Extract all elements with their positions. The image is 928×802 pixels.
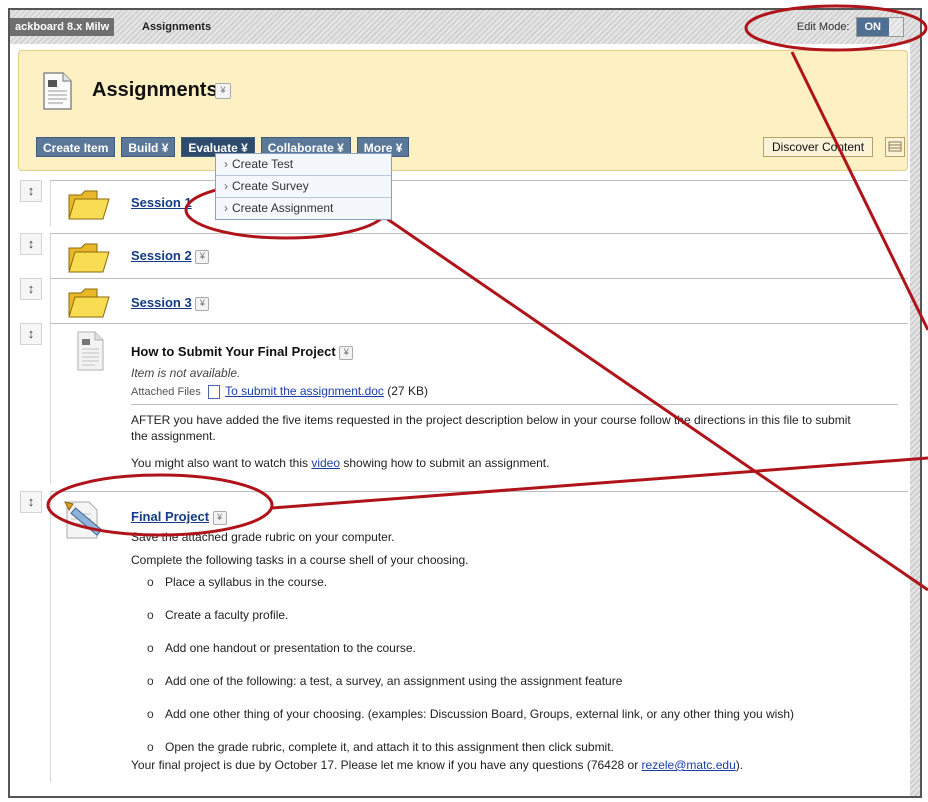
task-item: o Add one of the following: a test, a sur… (147, 671, 920, 704)
video-note-post: showing how to submit an assignment. (340, 456, 550, 470)
bullet-icon: o (147, 641, 154, 655)
item-box: Session 1 (50, 180, 908, 226)
create-item-button[interactable]: Create Item (36, 137, 116, 157)
content-item-session-3: ↕ Session 3 ¥ (20, 278, 908, 324)
attached-files-label: Attached Files (131, 386, 201, 398)
final-line-1: Save the attached grade rubric on your c… (131, 530, 395, 544)
final-line-2: Complete the following tasks in a course… (131, 553, 469, 567)
attached-files-row: Attached Files To submit the assignment.… (131, 384, 428, 399)
menu-item-create-assignment[interactable]: › Create Assignment (216, 198, 391, 219)
file-size: (27 KB) (387, 384, 428, 398)
file-icon (208, 384, 221, 399)
page-header: Assignments ¥ Create Item Build ¥ Evalua… (18, 50, 908, 171)
session-2-link[interactable]: Session 2 (131, 248, 192, 263)
item-options-chevron-icon[interactable]: ¥ (212, 510, 227, 525)
content-item-final-project: ↕ Final Project ¥ Save the attached grad… (20, 491, 908, 782)
task-text: Add one handout or presentation to the c… (165, 641, 416, 655)
session-1-link[interactable]: Session 1 (131, 195, 192, 210)
evaluate-dropdown-menu: › Create Test › Create Survey › Create Assi… (215, 153, 392, 220)
task-text: Add one other thing of your choosing. (e… (165, 707, 794, 721)
item-box: Final Project ¥ Save the attached grade … (50, 491, 908, 782)
edit-mode-control[interactable]: Edit Mode: ON (797, 17, 904, 37)
menu-item-label: Create Test (232, 157, 294, 171)
due-date-note: Your final project is due by October 17.… (131, 758, 743, 772)
bullet-icon: o (147, 740, 154, 754)
how-to-description: AFTER you have added the five items requ… (131, 412, 911, 444)
bullet-icon: o (147, 575, 154, 589)
task-list-items: o Place a syllabus in the course. o Create… (147, 572, 920, 770)
menu-item-create-survey[interactable]: › Create Survey (216, 176, 391, 198)
bullet-icon: o (147, 608, 154, 622)
page-title: Assignments (92, 79, 218, 101)
task-list: o Place a syllabus in the course. o Create… (147, 572, 920, 770)
how-to-submit-title[interactable]: How to Submit Your Final Project (131, 344, 336, 359)
content-item-how-to-submit: ↕ How to Submit Your Final Project ¥ Ite… (20, 323, 908, 484)
task-text: Create a faculty profile. (165, 608, 289, 622)
document-icon (43, 72, 72, 110)
session-3-link[interactable]: Session 3 (131, 295, 192, 310)
video-link[interactable]: video (311, 456, 340, 470)
build-label: Build (128, 141, 159, 155)
drag-handle-icon[interactable]: ↕ (20, 180, 42, 202)
title-options-chevron-icon[interactable]: ¥ (215, 83, 231, 99)
divider (131, 404, 898, 405)
document-item-icon (77, 331, 104, 371)
description-line: AFTER you have added the five items requ… (131, 413, 851, 427)
bullet-icon: o (147, 674, 154, 688)
task-item: o Place a syllabus in the course. (147, 572, 920, 605)
item-box: Session 3 ¥ (50, 278, 908, 324)
browser-frame: ackboard 8.x Milw Assignments Edit Mode:… (8, 8, 922, 798)
menu-item-label: Create Survey (232, 179, 309, 193)
task-item: o Create a faculty profile. (147, 605, 920, 638)
task-text: Add one of the following: a test, a surv… (165, 674, 623, 688)
folder-icon (68, 190, 110, 220)
edit-mode-off-slot (889, 18, 903, 36)
item-box: Session 2 ¥ (50, 233, 908, 279)
drag-handle-icon[interactable]: ↕ (20, 491, 42, 513)
folder-icon (68, 288, 110, 318)
content-item-session-1: ↕ Session 1 (20, 180, 908, 226)
edit-mode-on-value: ON (856, 18, 889, 36)
edit-mode-label: Edit Mode: (796, 21, 850, 33)
attached-file-link[interactable]: To submit the assignment.doc (225, 384, 384, 398)
menu-item-create-test[interactable]: › Create Test (216, 154, 391, 176)
item-options-chevron-icon[interactable]: ¥ (195, 249, 210, 264)
drag-handle-icon[interactable]: ↕ (20, 278, 42, 300)
discover-content-button[interactable]: Discover Content (763, 137, 874, 157)
video-note: You might also want to watch this video … (131, 456, 549, 470)
task-text: Place a syllabus in the course. (165, 575, 328, 589)
task-item: o Add one other thing of your choosing. (… (147, 704, 920, 737)
video-note-pre: You might also want to watch this (131, 456, 312, 470)
top-breadcrumb-bar: ackboard 8.x Milw Assignments Edit Mode:… (10, 10, 920, 44)
content-item-session-2: ↕ Session 2 ¥ (20, 233, 908, 279)
final-project-link[interactable]: Final Project (131, 509, 209, 524)
due-note-pre: Your final project is due by October 17.… (131, 758, 642, 772)
build-button[interactable]: Build ¥ (121, 137, 176, 157)
view-grid-icon[interactable] (885, 137, 905, 157)
menu-item-label: Create Assignment (232, 201, 334, 215)
edit-mode-toggle[interactable]: ON (855, 17, 904, 37)
task-item: o Add one handout or presentation to the … (147, 638, 920, 671)
task-text: Open the grade rubric, complete it, and … (165, 740, 614, 754)
description-line: the assignment. (131, 429, 216, 443)
item-box: How to Submit Your Final Project ¥ Item … (50, 323, 908, 484)
drag-handle-icon[interactable]: ↕ (20, 323, 42, 345)
breadcrumb-course[interactable]: ackboard 8.x Milw (10, 18, 115, 36)
breadcrumb-current-page: Assignments (142, 21, 212, 33)
folder-icon (68, 243, 110, 273)
email-link[interactable]: rezele@matc.edu (642, 758, 736, 772)
availability-note: Item is not available. (131, 366, 241, 380)
item-options-chevron-icon[interactable]: ¥ (195, 296, 210, 311)
item-options-chevron-icon[interactable]: ¥ (339, 345, 354, 360)
assignment-icon (64, 501, 103, 539)
drag-handle-icon[interactable]: ↕ (20, 233, 42, 255)
due-note-post: ). (735, 758, 744, 772)
bullet-icon: o (147, 707, 154, 721)
